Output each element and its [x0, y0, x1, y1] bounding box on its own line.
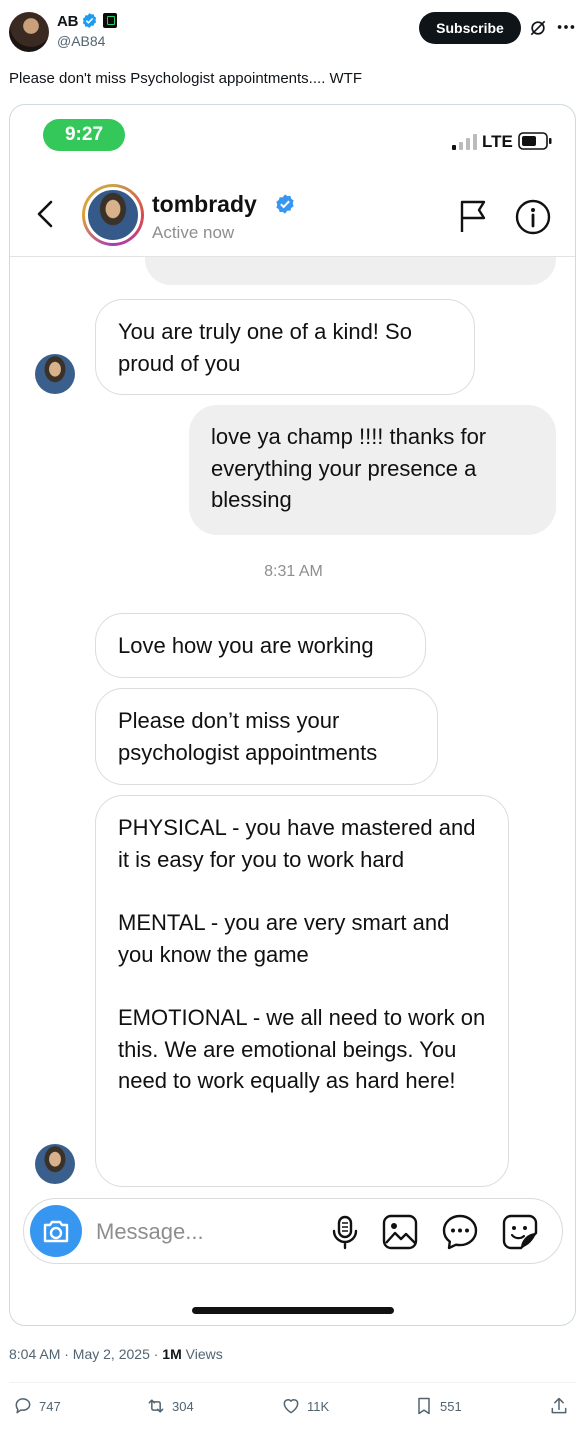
retweet-count: 304	[172, 1398, 194, 1414]
message-input[interactable]	[96, 1217, 326, 1247]
sender-avatar[interactable]	[35, 354, 75, 394]
microphone-icon[interactable]	[326, 1213, 364, 1251]
bookmark-icon	[418, 1397, 430, 1415]
bookmark-count: 551	[440, 1398, 462, 1414]
message-bubble-received[interactable]: You are truly one of a kind! So proud of…	[95, 299, 475, 395]
subscribe-button[interactable]: Subscribe	[419, 12, 521, 44]
message-text: love ya champ !!!! thanks for everything…	[211, 424, 487, 512]
views-count: 1M	[162, 1346, 182, 1362]
message-paragraph: EMOTIONAL - we all need to work on this.…	[118, 1005, 486, 1093]
message-text: bro	[188, 257, 220, 263]
tweet-header: AB @AB84 Subscribe	[0, 0, 587, 60]
message-paragraph: PHYSICAL - you have mastered and it is e…	[118, 815, 476, 872]
camera-icon	[43, 1220, 69, 1243]
contact-activity-status: Active now	[152, 223, 235, 242]
views-label: Views	[185, 1346, 223, 1362]
signal-strength-icon	[452, 134, 477, 150]
like-count: 11K	[307, 1398, 330, 1414]
story-ring[interactable]	[82, 184, 144, 246]
tweet-timestamp[interactable]: 8:04 AM · May 2, 2025 ·	[9, 1346, 158, 1362]
author-avatar[interactable]	[9, 12, 49, 52]
retweet-button[interactable]: 304	[146, 1396, 194, 1416]
info-icon[interactable]	[515, 199, 551, 235]
divider	[9, 1382, 576, 1383]
chat-options-icon[interactable]	[441, 1213, 479, 1251]
message-bubble-received[interactable]: Please don’t miss your psychologist appo…	[95, 688, 438, 785]
author-name[interactable]: AB	[57, 13, 78, 30]
heart-icon	[283, 1399, 299, 1414]
back-arrow-icon[interactable]	[34, 199, 56, 229]
home-indicator	[192, 1307, 394, 1314]
grok-icon[interactable]	[528, 18, 548, 38]
reply-count: 747	[39, 1398, 61, 1414]
chat-header: tombrady Active now	[10, 177, 575, 257]
like-button[interactable]: 11K	[281, 1396, 329, 1416]
bookmark-button[interactable]: 551	[414, 1396, 462, 1416]
tweet-text: Please don't miss Psychologist appointme…	[9, 70, 363, 87]
message-paragraph: MENTAL - you are very smart and you know…	[118, 910, 450, 967]
message-text: Please don’t miss your psychologist appo…	[118, 708, 378, 765]
verified-badge-icon	[82, 13, 97, 28]
tweet-metadata: 8:04 AM · May 2, 2025 · 1M Views	[9, 1346, 223, 1362]
flag-icon[interactable]	[458, 199, 488, 233]
reply-icon	[15, 1398, 31, 1414]
share-button[interactable]	[549, 1396, 575, 1416]
affiliate-badge-icon[interactable]	[103, 13, 117, 28]
message-text: You are truly one of a kind! So proud of…	[118, 319, 412, 376]
more-options-icon[interactable]	[555, 17, 577, 37]
tweet-media-screenshot[interactable]: 9:27 LTE tombrady Active now You are tru…	[9, 104, 576, 1326]
message-text: Love how you are working	[118, 633, 374, 658]
camera-button[interactable]	[30, 1205, 82, 1257]
sticker-icon[interactable]	[501, 1213, 539, 1251]
gallery-icon[interactable]	[381, 1213, 419, 1251]
retweet-icon	[148, 1399, 164, 1413]
status-bar-time: 9:27	[43, 119, 125, 151]
message-bubble-received[interactable]: Love how you are working	[95, 613, 426, 678]
message-bubble-received[interactable]: PHYSICAL - you have mastered and it is e…	[95, 795, 509, 1187]
message-thread[interactable]: bro You are truly one of a kind! So prou…	[10, 257, 575, 1197]
message-composer	[23, 1198, 563, 1264]
sender-avatar[interactable]	[35, 1144, 75, 1184]
contact-username[interactable]: tombrady	[152, 191, 257, 218]
verified-badge-icon	[276, 194, 294, 214]
author-handle[interactable]: @AB84	[57, 33, 105, 49]
network-type: LTE	[482, 132, 513, 151]
contact-avatar	[85, 187, 141, 243]
battery-icon	[518, 132, 552, 150]
message-bubble-sent[interactable]: love ya champ !!!! thanks for everything…	[189, 405, 556, 535]
share-icon	[551, 1397, 567, 1414]
reply-button[interactable]: 747	[13, 1396, 61, 1416]
time-separator: 8:31 AM	[264, 563, 323, 580]
